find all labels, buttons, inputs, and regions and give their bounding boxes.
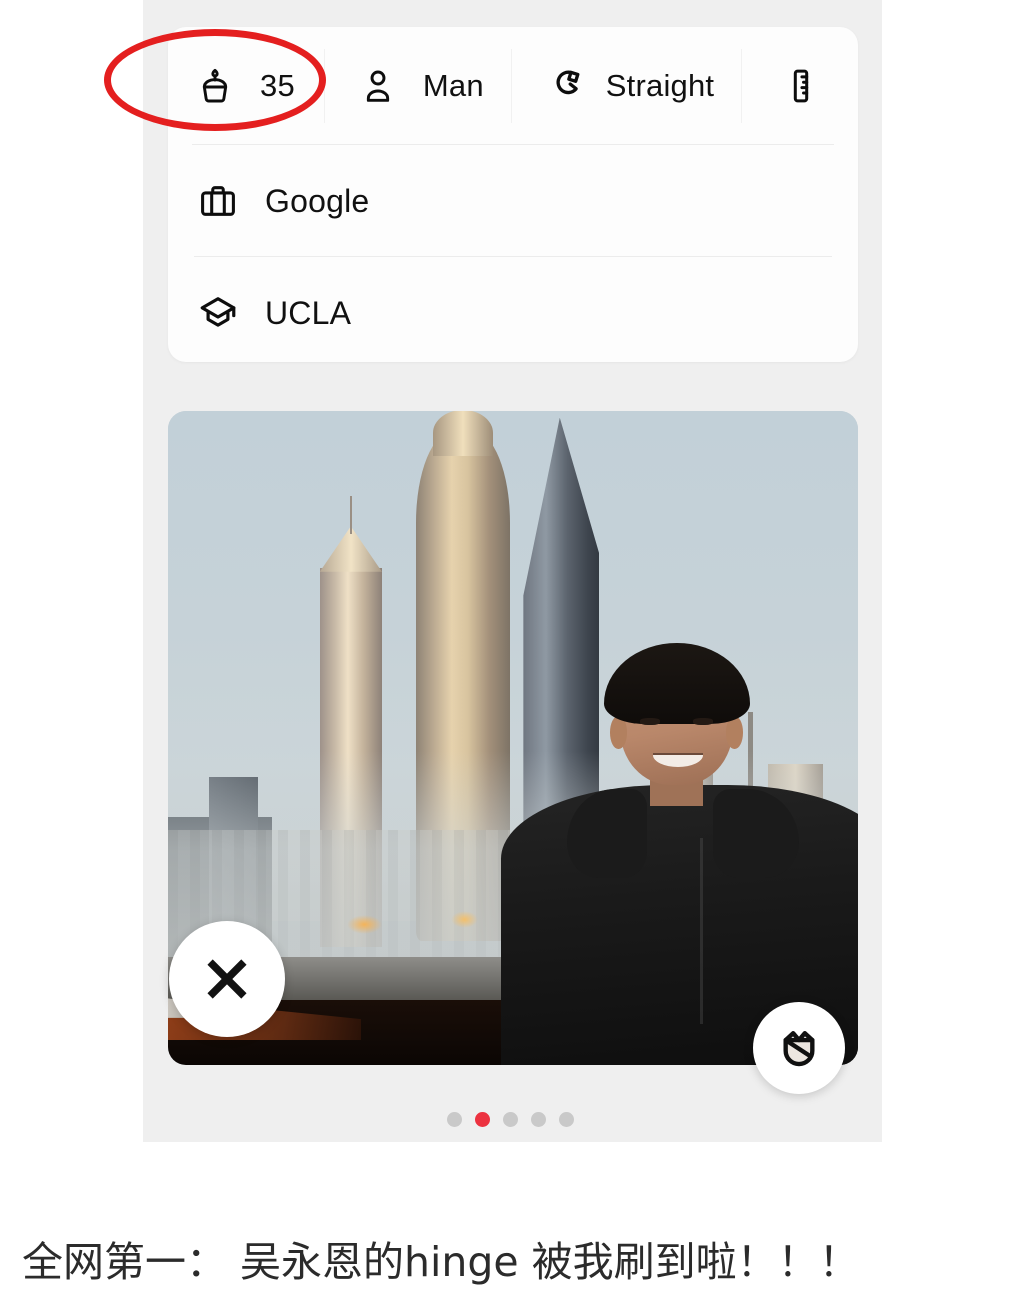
detail-row-education-label: UCLA bbox=[265, 294, 352, 331]
reject-button[interactable] bbox=[169, 921, 285, 1037]
pagination-dot[interactable] bbox=[530, 1112, 546, 1127]
profile-info-card: 35 Man Straight Google UCLA bbox=[168, 27, 858, 362]
attribute-height[interactable] bbox=[742, 27, 824, 145]
briefcase-icon bbox=[194, 177, 242, 225]
city-light-glow bbox=[450, 911, 479, 928]
graduation-cap-icon bbox=[194, 289, 242, 337]
person-eye-right bbox=[693, 718, 714, 725]
attribute-age[interactable]: 35 bbox=[192, 27, 325, 145]
pagination-dot[interactable] bbox=[558, 1112, 574, 1127]
person-hoodie-seam bbox=[699, 837, 703, 1025]
magnet-icon bbox=[542, 63, 588, 109]
attribute-gender[interactable]: Man bbox=[325, 27, 512, 145]
attribute-age-label: 35 bbox=[260, 68, 295, 103]
birthday-cake-icon bbox=[192, 63, 238, 109]
person-eye-left bbox=[640, 718, 661, 725]
pagination-dot-active[interactable] bbox=[474, 1112, 490, 1127]
attribute-orientation-label: Straight bbox=[605, 68, 715, 103]
ruler-icon bbox=[778, 63, 824, 109]
screenshot-root: 35 Man Straight Google UCLA 全网第一： 吴永恩的hi… bbox=[0, 0, 1020, 1311]
attribute-gender-label: Man bbox=[422, 68, 484, 103]
attribute-orientation[interactable]: Straight bbox=[512, 27, 743, 145]
detail-row-workplace[interactable]: Google bbox=[168, 145, 858, 257]
caption-line-1: 全网第一： 吴永恩的hinge 被我刷到啦！！！ bbox=[22, 1238, 860, 1287]
detail-row-education[interactable]: UCLA bbox=[168, 257, 858, 362]
pagination-dot[interactable] bbox=[446, 1112, 462, 1127]
profile-attributes-row: 35 Man Straight bbox=[168, 27, 858, 145]
post-caption: 全网第一： 吴永恩的hinge 被我刷到啦！！！ 当然是要一起看！！ bbox=[22, 1172, 1002, 1311]
city-light-glow bbox=[347, 914, 382, 935]
photo-pagination-dots[interactable] bbox=[0, 1112, 1020, 1127]
send-rose-button[interactable] bbox=[753, 1002, 845, 1094]
pagination-dot[interactable] bbox=[502, 1112, 518, 1127]
detail-row-workplace-label: Google bbox=[265, 182, 370, 219]
rose-icon bbox=[783, 1031, 815, 1067]
person-icon bbox=[355, 63, 401, 109]
x-icon bbox=[207, 959, 247, 999]
